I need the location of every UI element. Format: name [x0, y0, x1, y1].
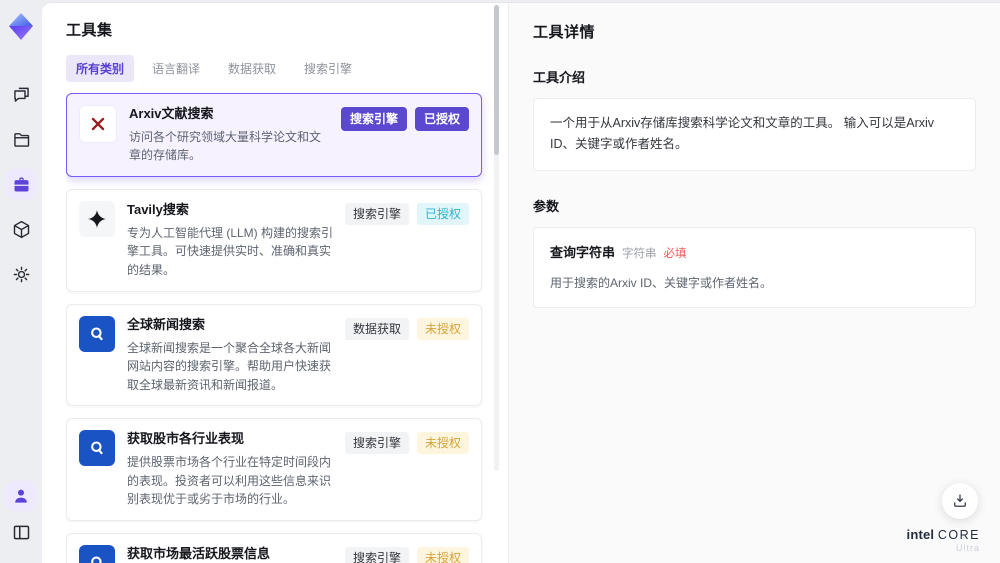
category-badge: 数据获取	[344, 317, 409, 340]
category-tab[interactable]: 搜索引擎	[294, 55, 362, 82]
category-tab[interactable]: 所有类别	[66, 55, 135, 82]
download-button[interactable]	[942, 483, 978, 519]
tool-text-block: 全球新闻搜索 全球新闻搜索是一个聚合全球各大新闻网站内容的搜索引擎。帮助用户快速…	[127, 316, 345, 395]
params-section-label: 参数	[533, 198, 560, 214]
tool-name: Tavily搜索	[127, 202, 189, 218]
tool-description: 专为人工智能代理 (LLM) 构建的搜索引擎工具。可快速提供实时、准确和真实的结…	[127, 225, 334, 278]
gear-icon[interactable]	[6, 259, 36, 289]
tool-name: 获取市场最活跃股票信息	[127, 545, 271, 561]
category-tab[interactable]: 数据获取	[218, 55, 286, 82]
tool-list-item[interactable]: Arxiv文献搜索 访问各个研究领域大量科学论文和文章的存储库。 搜索引擎 已授…	[66, 93, 482, 178]
list-scrollbar[interactable]	[494, 5, 499, 471]
briefcase-icon[interactable]	[6, 169, 36, 199]
tool-text-block: 获取股市各行业表现 提供股票市场各个行业在特定时间段内的表现。投资者可以利用这些…	[127, 430, 345, 509]
tool-badges: 搜索引擎 未授权	[344, 430, 469, 455]
tab-label: 语言翻译	[152, 62, 201, 76]
app-window: 工具集 所有类别 语言翻译 数据获取 搜索引擎 Arxiv文献搜索 访问各个研究…	[0, 0, 1000, 563]
intro-section-label: 工具介绍	[533, 70, 586, 85]
panel-toggle-icon[interactable]	[6, 517, 36, 547]
tool-list: Arxiv文献搜索 访问各个研究领域大量科学论文和文章的存储库。 搜索引擎 已授…	[66, 93, 508, 563]
tool-text-block: 获取市场最活跃股票信息 提供当天交易量最高的股票列表。投资者可以利用这些信息来识…	[127, 545, 345, 563]
arxiv-logo-icon	[91, 117, 105, 131]
intel-core-wordmark: intel CORE	[906, 527, 980, 542]
auth-status-badge: 未授权	[416, 432, 469, 455]
tool-name: 获取股市各行业表现	[127, 431, 245, 447]
chat-icon[interactable]	[6, 79, 36, 109]
scrollbar-thumb[interactable]	[494, 5, 499, 155]
news-search-icon	[91, 556, 102, 563]
param-card: 查询字符串 字符串 必填 用于搜索的Arxiv ID、关键字或作者姓名。	[533, 226, 976, 309]
tab-label: 所有类别	[76, 62, 125, 76]
tool-detail-panel: 工具详情 工具介绍 一个用于从Arxiv存储库搜索科学论文和文章的工具。 输入可…	[508, 3, 1000, 563]
param-description: 用于搜索的Arxiv ID、关键字或作者姓名。	[550, 276, 773, 291]
tab-label: 搜索引擎	[304, 62, 353, 76]
tool-badges: 搜索引擎 未授权	[344, 545, 469, 563]
news-search-icon	[91, 441, 103, 455]
tool-text-block: Arxiv文献搜索 访问各个研究领域大量科学论文和文章的存储库。	[129, 105, 341, 165]
nav-rail	[0, 0, 42, 563]
app-logo[interactable]	[5, 10, 37, 49]
tool-list-item[interactable]: 全球新闻搜索 全球新闻搜索是一个聚合全球各大新闻网站内容的搜索引擎。帮助用户快速…	[66, 303, 482, 407]
page-title: 工具集	[66, 22, 113, 39]
category-tab[interactable]: 语言翻译	[142, 55, 210, 82]
auth-status-badge: 未授权	[416, 546, 469, 563]
param-header: 查询字符串 字符串 必填	[550, 242, 959, 265]
param-name: 查询字符串	[550, 244, 616, 260]
download-icon	[954, 494, 966, 507]
intel-ultra-label: Ultra	[955, 543, 980, 553]
category-badge: 搜索引擎	[344, 546, 409, 563]
category-badge: 搜索引擎	[344, 203, 409, 226]
category-badge: 搜索引擎	[344, 432, 409, 455]
tool-badges: 搜索引擎 已授权	[344, 201, 469, 226]
intro-card: 一个用于从Arxiv存储库搜索科学论文和文章的工具。 输入可以是Arxiv ID…	[533, 98, 976, 171]
news-search-icon	[91, 327, 103, 340]
folder-icon[interactable]	[6, 124, 36, 154]
category-badge: 搜索引擎	[340, 107, 407, 132]
tool-text-block: Tavily搜索 专为人工智能代理 (LLM) 构建的搜索引擎工具。可快速提供实…	[127, 201, 345, 280]
auth-status-badge: 已授权	[414, 107, 469, 132]
tool-description: 提供股票市场各个行业在特定时间段内的表现。投资者可以利用这些信息来识别表现优于或…	[127, 455, 332, 507]
tavily-star-icon	[88, 210, 106, 228]
cube-icon[interactable]	[6, 214, 36, 244]
tool-description: 全球新闻搜索是一个聚合全球各大新闻网站内容的搜索引擎。帮助用户快速获取全球最新资…	[127, 340, 332, 392]
user-icon[interactable]	[6, 481, 36, 511]
tool-description: 访问各个研究领域大量科学论文和文章的存储库。	[129, 129, 322, 163]
toolset-panel: 工具集 所有类别 语言翻译 数据获取 搜索引擎 Arxiv文献搜索 访问各个研究…	[42, 3, 508, 563]
auth-status-badge: 已授权	[416, 203, 469, 226]
tool-name: Arxiv文献搜索	[129, 106, 214, 121]
nav-rail-bottom	[6, 481, 36, 563]
intro-text: 一个用于从Arxiv存储库搜索科学论文和文章的工具。 输入可以是Arxiv ID…	[550, 116, 935, 152]
tab-label: 数据获取	[228, 62, 277, 76]
intel-core-logo: intel CORE Ultra	[907, 527, 980, 553]
param-type-label: 字符串	[622, 247, 657, 260]
tool-list-item[interactable]: 获取股市各行业表现 提供股票市场各个行业在特定时间段内的表现。投资者可以利用这些…	[66, 418, 482, 521]
main-content: 工具集 所有类别 语言翻译 数据获取 搜索引擎 Arxiv文献搜索 访问各个研究…	[42, 2, 1000, 563]
detail-title: 工具详情	[533, 24, 596, 41]
tool-badges: 数据获取 未授权	[344, 316, 469, 340]
param-required-badge: 必填	[663, 247, 687, 260]
tool-list-item[interactable]: 获取市场最活跃股票信息 提供当天交易量最高的股票列表。投资者可以利用这些信息来识…	[66, 532, 482, 563]
tool-name: 全球新闻搜索	[127, 316, 206, 332]
category-tabs: 所有类别 语言翻译 数据获取 搜索引擎	[66, 55, 508, 82]
tool-list-item[interactable]: Tavily搜索 专为人工智能代理 (LLM) 构建的搜索引擎工具。可快速提供实…	[66, 189, 482, 292]
tool-badges: 搜索引擎 已授权	[340, 105, 469, 132]
auth-status-badge: 未授权	[416, 317, 469, 340]
